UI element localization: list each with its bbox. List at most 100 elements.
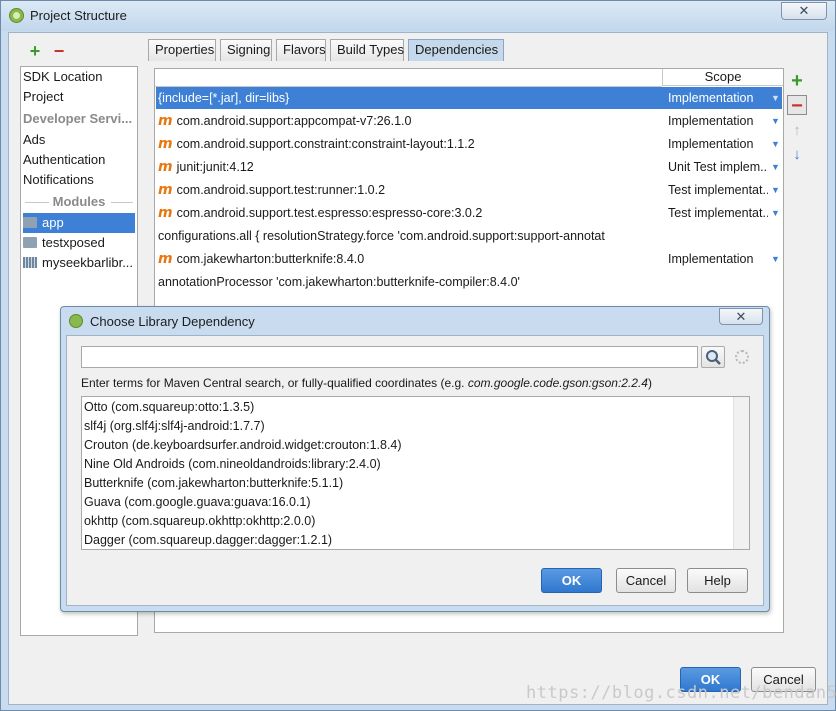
search-hint: Enter terms for Maven Central search, or… <box>81 376 652 390</box>
sidebar-item-project[interactable]: Project <box>23 87 135 107</box>
maven-icon: m <box>158 159 173 175</box>
dependency-row[interactable]: m com.android.support.test:runner:1.0.2 Te… <box>156 179 782 201</box>
choose-library-dialog: Choose Library Dependency ✕ Enter terms … <box>60 306 770 612</box>
dependency-coordinate-text: com.android.support:appcompat-v7:26.1.0 <box>176 114 412 128</box>
library-search-input[interactable] <box>81 346 698 368</box>
dependency-row[interactable]: configurations.all { resolutionStrategy.… <box>156 225 782 247</box>
tab-flavors[interactable]: Flavors <box>276 39 326 61</box>
hint-text: Enter terms for Maven Central search, or… <box>81 376 468 390</box>
add-module-button[interactable]: + <box>26 42 44 60</box>
dependency-row[interactable]: m com.android.support:appcompat-v7:26.1.0… <box>156 110 782 132</box>
scope-dropdown[interactable]: Implementation <box>668 248 768 270</box>
sidebar-item-label: Developer Servi... <box>23 111 133 126</box>
maven-icon: m <box>158 251 173 267</box>
dialog-cancel-button[interactable]: Cancel <box>616 568 676 593</box>
chevron-down-icon[interactable]: ▼ <box>771 179 780 201</box>
library-result-item[interactable]: slf4j (org.slf4j:slf4j-android:1.7.7) <box>84 417 265 436</box>
dependency-coordinate: m com.android.support.constraint:constrai… <box>158 133 663 155</box>
library-result-item[interactable]: Guava (com.google.guava:guava:16.0.1) <box>84 493 311 512</box>
dependency-coordinate-text: com.jakewharton:butterknife:8.4.0 <box>176 252 365 266</box>
dependency-row[interactable]: m com.android.support.constraint:constrai… <box>156 133 782 155</box>
search-icon <box>706 350 721 365</box>
dependency-row[interactable]: annotationProcessor 'com.jakewharton:but… <box>156 271 782 293</box>
section-divider <box>111 202 133 203</box>
sidebar-item-sdk-location[interactable]: SDK Location <box>23 67 135 87</box>
dialog-help-button[interactable]: Help <box>687 568 748 593</box>
results-scrollbar[interactable] <box>733 397 749 549</box>
sidebar-item-ads[interactable]: Ads <box>23 130 135 150</box>
sidebar-item-authentication[interactable]: Authentication <box>23 150 135 170</box>
tab-properties[interactable]: Properties <box>148 39 216 61</box>
android-studio-icon <box>69 314 83 328</box>
tab-build-types[interactable]: Build Types <box>330 39 404 61</box>
tab-dependencies[interactable]: Dependencies <box>408 39 504 61</box>
watermark: https://blog.csdn.net/bendan50 <box>526 683 836 703</box>
dependency-coordinate: m com.android.support.test:runner:1.0.2 <box>158 179 663 201</box>
scope-dropdown[interactable]: Test implementat... <box>668 179 768 201</box>
sidebar-item-label: Ads <box>23 132 46 147</box>
dependency-coordinate: m com.android.support.test.espresso:espre… <box>158 202 663 224</box>
chevron-down-icon[interactable]: ▼ <box>771 156 780 178</box>
scope-dropdown[interactable]: Implementation <box>668 110 768 132</box>
scope-column-header[interactable]: Scope <box>662 69 783 86</box>
chevron-down-icon[interactable]: ▼ <box>771 248 780 270</box>
sidebar-item-developer-servi: Developer Servi... <box>23 109 135 129</box>
dialog-close-button[interactable]: ✕ <box>719 308 763 325</box>
hint-example: com.google.code.gson:gson:2.2.4 <box>467 376 648 390</box>
dependency-coordinate: m junit:junit:4.12 <box>158 156 663 178</box>
scope-dropdown[interactable]: Implementation <box>668 87 768 109</box>
library-result-item[interactable]: Nine Old Androids (com.nineoldandroids:l… <box>84 455 381 474</box>
scope-dropdown[interactable]: Test implementat... <box>668 202 768 224</box>
chevron-down-icon[interactable]: ▼ <box>771 110 780 132</box>
sidebar-item-label: Modules <box>52 194 106 209</box>
dependency-coordinate: {include=[*.jar], dir=libs} <box>158 87 663 109</box>
dependency-coordinate-text: junit:junit:4.12 <box>176 160 254 174</box>
tab-signing[interactable]: Signing <box>220 39 272 61</box>
title-bar[interactable]: Project Structure ✕ <box>1 1 835 31</box>
dialog-client-area: Enter terms for Maven Central search, or… <box>66 335 764 606</box>
remove-dependency-button[interactable]: − <box>787 95 807 116</box>
dependency-row[interactable]: m junit:junit:4.12 Unit Test implem... ▼ <box>156 156 782 178</box>
dependency-coordinate: annotationProcessor 'com.jakewharton:but… <box>158 271 778 293</box>
chevron-down-icon[interactable]: ▼ <box>771 87 780 109</box>
chevron-down-icon[interactable]: ▼ <box>771 202 780 224</box>
loading-spinner-icon <box>735 350 749 364</box>
sidebar-item-app[interactable]: app <box>23 213 135 233</box>
library-result-item[interactable]: okhttp (com.squareup.okhttp:okhttp:2.0.0… <box>84 512 315 531</box>
scope-dropdown[interactable]: Unit Test implem... <box>668 156 768 178</box>
dependency-row[interactable]: m com.jakewharton:butterknife:8.4.0 Implem… <box>156 248 782 270</box>
move-up-button[interactable]: ↑ <box>787 121 807 141</box>
dependency-row[interactable]: {include=[*.jar], dir=libs} Implementatio… <box>156 87 782 109</box>
move-down-button[interactable]: ↓ <box>787 145 807 165</box>
library-result-item[interactable]: Butterknife (com.jakewharton:butterknife… <box>84 474 343 493</box>
maven-icon: m <box>158 136 173 152</box>
scope-dropdown[interactable]: Implementation <box>668 133 768 155</box>
library-result-item[interactable]: Crouton (de.keyboardsurfer.android.widge… <box>84 436 402 455</box>
maven-icon: m <box>158 205 173 221</box>
dependency-row[interactable]: m com.android.support.test.espresso:espre… <box>156 202 782 224</box>
dependency-coordinate-text: annotationProcessor 'com.jakewharton:but… <box>158 275 520 289</box>
remove-module-button[interactable]: − <box>50 42 68 60</box>
sidebar-item-notifications[interactable]: Notifications <box>23 170 135 190</box>
library-result-item[interactable]: Dagger (com.squareup.dagger:dagger:1.2.1… <box>84 531 332 549</box>
library-result-item[interactable]: Otto (com.squareup:otto:1.3.5) <box>84 398 254 417</box>
sidebar-item-myseekbarlibr[interactable]: myseekbarlibr... <box>23 253 135 273</box>
module-folder-icon <box>23 217 37 228</box>
android-studio-icon <box>9 8 24 23</box>
sidebar-item-label: myseekbarlibr... <box>42 255 134 270</box>
add-dependency-button[interactable]: + <box>787 71 807 91</box>
dialog-title: Choose Library Dependency <box>90 314 255 329</box>
search-button[interactable] <box>701 346 725 368</box>
maven-icon: m <box>158 113 173 129</box>
window-close-button[interactable]: ✕ <box>781 2 827 20</box>
sidebar-item-label: app <box>42 215 64 230</box>
dialog-ok-button[interactable]: OK <box>541 568 602 593</box>
sidebar-item-label: Authentication <box>23 152 106 167</box>
dependency-coordinate-text: {include=[*.jar], dir=libs} <box>158 91 290 105</box>
dependency-coordinate: m com.android.support:appcompat-v7:26.1.0 <box>158 110 663 132</box>
dependency-coordinate-text: configurations.all { resolutionStrategy.… <box>158 229 605 243</box>
library-module-icon <box>23 257 37 268</box>
chevron-down-icon[interactable]: ▼ <box>771 133 780 155</box>
dependency-coordinate-text: com.android.support.constraint:constrain… <box>176 137 475 151</box>
sidebar-item-testxposed[interactable]: testxposed <box>23 233 135 253</box>
